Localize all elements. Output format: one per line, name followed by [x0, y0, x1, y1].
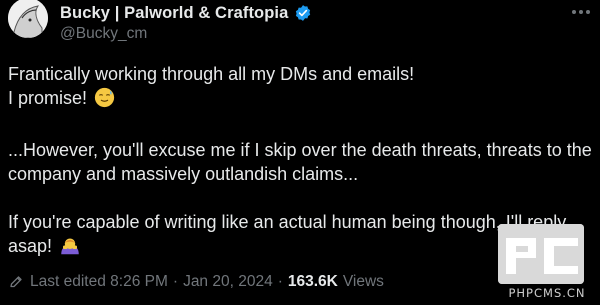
views-count: 163.6K — [287, 273, 338, 290]
tweet: Bucky | Palworld & Craftopia @Bucky_cm F… — [0, 0, 600, 305]
tweet-line: ...However, you'll excuse me if I skip o… — [8, 140, 592, 160]
last-edited-link[interactable]: Last edited — [30, 273, 106, 291]
watermark: PHPCMS.CN — [494, 224, 600, 305]
tweet-meta: Last edited 8:26 PM · Jan 20, 2024 · 163… — [8, 272, 384, 292]
watermark-text: PHPCMS.CN — [508, 286, 586, 300]
author-name-row: Bucky | Palworld & Craftopia — [60, 2, 312, 24]
tweet-line: I promise! — [8, 86, 598, 114]
watermark-logo — [498, 224, 584, 284]
sweat-smile-emoji — [94, 87, 115, 114]
post-date[interactable]: Jan 20, 2024 — [183, 273, 273, 291]
tweet-line: company and massively outlandish claims.… — [8, 164, 359, 184]
avatar[interactable] — [8, 0, 48, 38]
more-icon[interactable] — [570, 2, 592, 22]
bowing-person-emoji — [59, 235, 81, 262]
verified-badge-icon[interactable] — [294, 4, 312, 22]
views-label: Views — [342, 273, 384, 290]
post-time[interactable]: 8:26 PM — [110, 273, 168, 291]
pencil-icon[interactable] — [8, 274, 24, 290]
tweet-line: Frantically working through all my DMs a… — [8, 64, 415, 84]
author-display-name[interactable]: Bucky | Palworld & Craftopia — [60, 4, 288, 23]
author-handle[interactable]: @Bucky_cm — [60, 25, 147, 43]
separator: · — [172, 273, 179, 290]
separator: · — [277, 273, 283, 290]
